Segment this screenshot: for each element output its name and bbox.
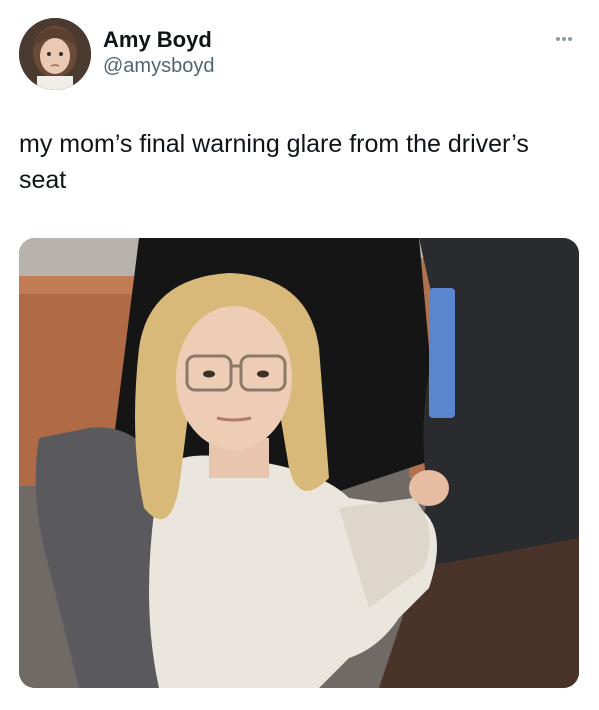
more-options-icon[interactable]: [555, 28, 579, 48]
tweet-text: my mom’s final warning glare from the dr…: [19, 130, 529, 194]
tweet-header: Amy Boyd @amysboyd: [19, 18, 579, 90]
courtroom-photo: [19, 238, 579, 688]
author-handle[interactable]: @amysboyd: [103, 53, 214, 79]
author-avatar[interactable]: [19, 18, 91, 90]
tweet-media[interactable]: [19, 238, 579, 688]
author-display-name[interactable]: Amy Boyd: [103, 27, 214, 53]
avatar-photo-icon: [19, 18, 91, 90]
author-names: Amy Boyd @amysboyd: [103, 27, 214, 79]
